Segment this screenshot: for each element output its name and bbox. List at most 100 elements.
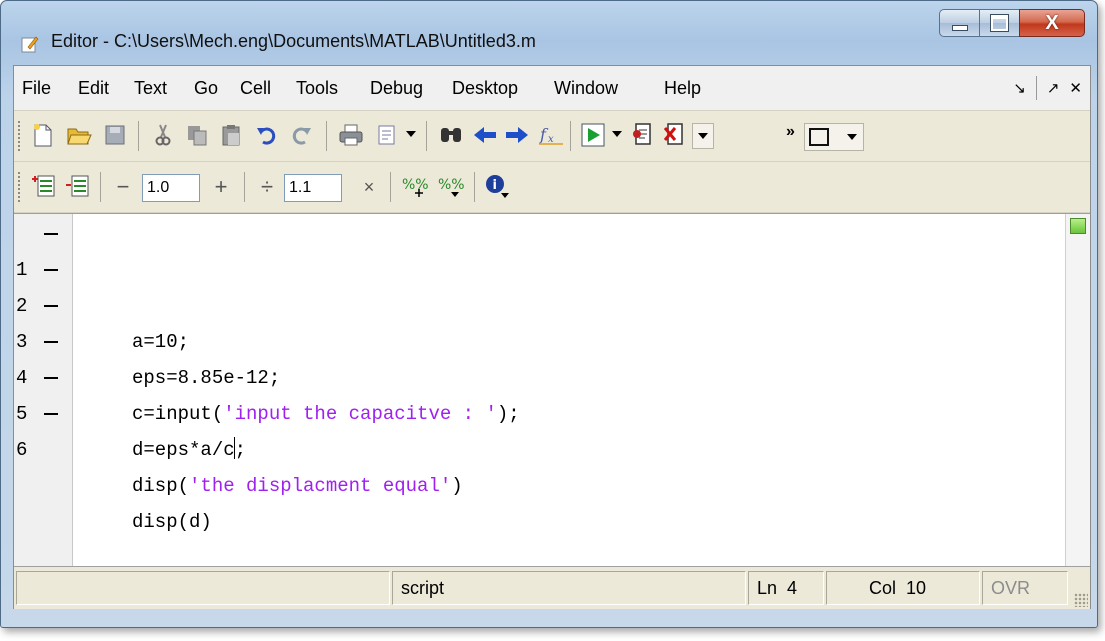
code-line[interactable]: 5 disp('the displacment equal') [14, 360, 1054, 497]
percent-dropdown-icon: %% [438, 177, 465, 197]
save-button[interactable] [100, 120, 130, 150]
info-icon: i [486, 175, 509, 198]
status-bar: script Ln 4 Col 10 OVR [14, 566, 1090, 609]
breakpoint-marker[interactable] [44, 269, 58, 271]
set-breakpoint-button[interactable] [628, 120, 658, 150]
minimize-button[interactable] [939, 9, 979, 37]
title-bar[interactable]: Editor - C:\Users\Mech.eng\Documents\MAT… [1, 1, 1097, 65]
cell-toolbar: − + ÷ × %% %% i [14, 162, 1090, 213]
menu-cell[interactable]: Cell [240, 66, 271, 110]
paste-icon [222, 125, 240, 146]
menu-desktop[interactable]: Desktop [452, 66, 518, 110]
menu-window[interactable]: Window [554, 66, 618, 110]
dock-icon[interactable]: ↘ [1013, 79, 1026, 97]
editor-client-area: File Edit Text Go Cell Tools Debug Deskt… [13, 65, 1091, 609]
increase-indent-button[interactable]: %% [400, 171, 430, 201]
stack-dropdown[interactable] [692, 123, 714, 149]
code-text: disp('the displacment equal') [132, 468, 463, 504]
decrement-button[interactable]: − [110, 172, 136, 202]
menu-help[interactable]: Help [664, 66, 701, 110]
text-markup-icon [66, 175, 89, 197]
insert-cell-divider-button[interactable] [28, 171, 58, 201]
editor-window: Editor - C:\Users\Mech.eng\Documents\MAT… [0, 0, 1098, 628]
vertical-scrollbar[interactable] [1065, 214, 1090, 566]
undo-button[interactable] [252, 120, 282, 150]
toolbar-grip[interactable] [18, 172, 20, 202]
paste-button[interactable] [216, 120, 246, 150]
breakpoint-marker[interactable] [44, 233, 58, 235]
code-token: ) [451, 475, 463, 497]
close-document-icon[interactable]: ✕ [1069, 79, 1082, 97]
print-button[interactable] [336, 120, 366, 150]
divide-button[interactable]: ÷ [254, 172, 280, 202]
column-number-pane: Col 10 [826, 571, 980, 605]
insert-text-markup-button[interactable] [62, 171, 92, 201]
folder-open-icon [67, 128, 92, 145]
find-button[interactable] [436, 120, 466, 150]
arrow-right-icon [506, 127, 528, 143]
toolbar-overflow-icon[interactable]: » [786, 123, 795, 141]
new-file-button[interactable] [28, 120, 58, 150]
undock-icon[interactable]: ↗ [1047, 79, 1060, 97]
layout-dropdown[interactable] [804, 123, 864, 151]
clear-breakpoints-button[interactable] [660, 120, 690, 150]
decrement-value-input[interactable] [142, 174, 200, 202]
code-line[interactable]: 3 c=input('input the capacitve : '); [14, 288, 1054, 425]
increment-button[interactable]: + [208, 172, 234, 202]
menu-tools[interactable]: Tools [296, 66, 338, 110]
code-editor[interactable]: 1 a=10; 2 eps=8.85e-12; 3 c=input('input… [14, 213, 1090, 566]
close-button[interactable]: X [1019, 9, 1085, 37]
menu-edit[interactable]: Edit [78, 66, 109, 110]
chevron-down-icon [847, 134, 857, 140]
toolbar-separator [100, 172, 101, 202]
minimize-icon [951, 25, 968, 31]
breakpoint-marker[interactable] [44, 413, 58, 415]
toolbar-separator [326, 121, 327, 151]
copy-button[interactable] [182, 120, 212, 150]
toolbar-grip[interactable] [18, 121, 20, 151]
undo-icon [257, 127, 276, 145]
dock-separator [1035, 76, 1037, 100]
toolbar-separator [138, 121, 139, 151]
code-text: disp(d) [132, 511, 212, 533]
printer-icon [339, 124, 363, 146]
code-analyzer-status-icon[interactable] [1070, 218, 1086, 234]
find-files-button[interactable] [372, 120, 402, 150]
svg-text:%%: %% [402, 177, 429, 193]
breakpoint-marker[interactable] [44, 377, 58, 379]
menu-go[interactable]: Go [194, 66, 218, 110]
go-back-button[interactable] [470, 120, 500, 150]
divide-value-input[interactable] [284, 174, 342, 202]
breakpoint-icon [633, 123, 651, 145]
redo-button[interactable] [286, 120, 316, 150]
breakpoint-marker[interactable] [44, 305, 58, 307]
overwrite-mode-pane[interactable]: OVR [982, 571, 1068, 605]
file-type-pane: script [392, 571, 746, 605]
function-button[interactable]: fx [536, 120, 566, 150]
code-line[interactable]: 1 a=10; [14, 216, 1054, 353]
cell-options-button[interactable]: %% [436, 171, 466, 201]
cut-button[interactable] [148, 120, 178, 150]
menu-bar: File Edit Text Go Cell Tools Debug Deskt… [14, 66, 1090, 111]
code-line[interactable]: 6 disp(d) [14, 396, 1054, 533]
code-line[interactable]: 2 eps=8.85e-12; [14, 252, 1054, 389]
chevron-down-icon[interactable] [406, 131, 416, 137]
maximize-button[interactable] [979, 9, 1019, 37]
menu-debug[interactable]: Debug [370, 66, 423, 110]
multiply-button[interactable]: × [356, 172, 382, 202]
toolbar-separator [570, 121, 571, 151]
scissors-icon [155, 124, 171, 146]
breakpoint-marker[interactable] [44, 341, 58, 343]
go-forward-button[interactable] [502, 120, 532, 150]
code-token: ; [234, 439, 247, 461]
run-button[interactable] [578, 120, 608, 150]
menu-text[interactable]: Text [134, 66, 167, 110]
redo-icon [292, 127, 311, 145]
code-line[interactable]: 4 d=eps*a/c; [14, 324, 1054, 461]
toolbar-separator [244, 172, 245, 202]
chevron-down-icon[interactable] [612, 131, 622, 137]
open-file-button[interactable] [64, 120, 94, 150]
info-button[interactable]: i [482, 171, 512, 201]
resize-grip-icon[interactable] [1074, 593, 1088, 607]
menu-file[interactable]: File [22, 66, 51, 110]
